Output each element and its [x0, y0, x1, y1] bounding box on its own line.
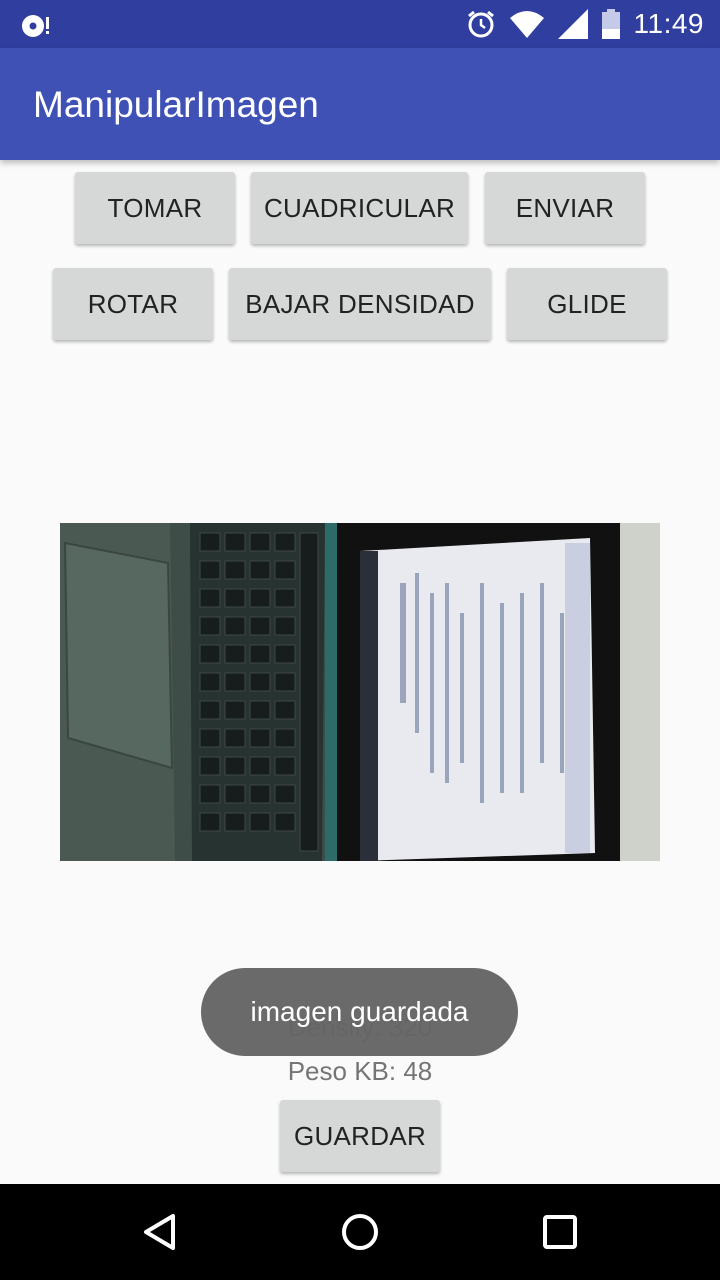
cuadricular-button[interactable]: CUADRICULAR — [251, 172, 468, 244]
enviar-button[interactable]: ENVIAR — [485, 172, 645, 244]
app-title: ManipularImagen — [33, 84, 319, 125]
bajar-densidad-button[interactable]: BAJAR DENSIDAD — [229, 268, 491, 340]
rotar-button[interactable]: ROTAR — [53, 268, 213, 340]
alarm-icon — [466, 9, 496, 39]
captured-image — [60, 523, 660, 861]
peso-label: Peso KB: 48 — [287, 1056, 433, 1086]
home-icon[interactable] — [312, 1184, 408, 1280]
app-bar: ManipularImagen — [0, 48, 720, 160]
navigation-bar — [0, 1184, 720, 1280]
back-icon[interactable] — [112, 1184, 208, 1280]
cell-signal-icon — [557, 9, 588, 39]
guardar-button[interactable]: GUARDAR — [280, 1100, 440, 1172]
toast-message: imagen guardada — [201, 968, 518, 1056]
status-bar: 11:49 — [0, 0, 720, 48]
notification-icon — [20, 11, 52, 39]
recents-icon[interactable] — [512, 1184, 608, 1280]
battery-icon — [601, 9, 620, 39]
tomar-button[interactable]: TOMAR — [75, 172, 235, 244]
glide-button[interactable]: GLIDE — [507, 268, 667, 340]
wifi-icon — [509, 10, 544, 38]
clock: 11:49 — [633, 8, 704, 39]
